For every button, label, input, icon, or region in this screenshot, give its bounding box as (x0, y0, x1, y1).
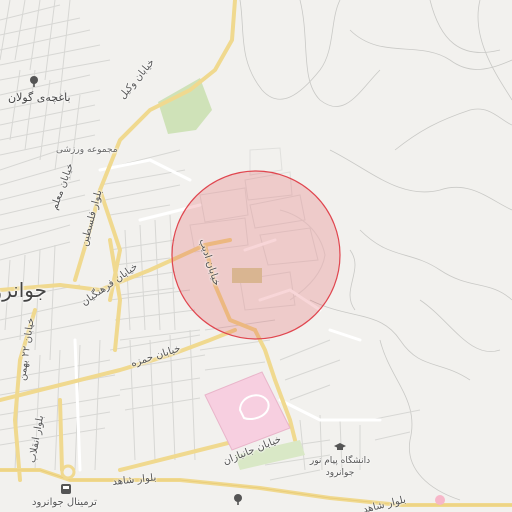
poi-label-garden: باغچه‌ی گولان (8, 91, 71, 104)
map-view[interactable]: جوانرود خیابان وکیل خیابان معلم بلوار فل… (0, 0, 512, 512)
pink-marker (435, 495, 445, 505)
selection-circle[interactable] (171, 170, 341, 340)
city-label: جوانرود (0, 278, 47, 302)
poi-label-sports: مجموعه ورزشی (56, 145, 118, 155)
map-canvas[interactable] (0, 0, 512, 512)
bus-icon (61, 484, 71, 494)
poi-label-university: دانشگاه پیام نور جوانرود (309, 456, 371, 479)
poi-label-terminal: ترمینال جوانرود (32, 497, 97, 508)
